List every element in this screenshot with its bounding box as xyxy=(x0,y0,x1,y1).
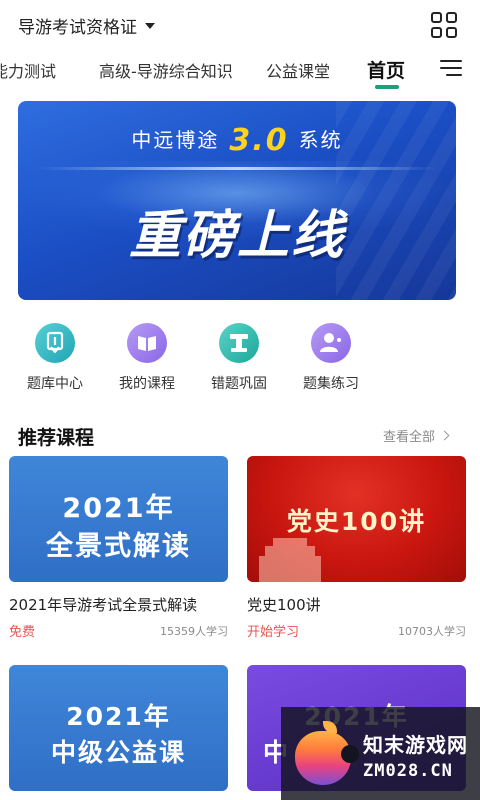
thumb-line1: 2021年 xyxy=(62,493,175,524)
wrong-question-glyph xyxy=(230,334,248,352)
grid-cell xyxy=(446,12,457,23)
tab-advanced-knowledge[interactable]: 高级-导游综合知识 xyxy=(99,58,233,82)
exam-selector[interactable]: 导游考试资格证 xyxy=(18,12,155,38)
book-glyph xyxy=(138,336,156,351)
course-meta: 开始学习 10703人学习 xyxy=(247,621,466,640)
menu-icon[interactable] xyxy=(440,58,462,76)
banner-version: 3.0 xyxy=(229,123,289,158)
course-thumbnail: 2021年 全景式解读 xyxy=(9,456,228,582)
course-thumbnail: 2021年 中级公益课 xyxy=(9,665,228,791)
wrong-question-icon xyxy=(219,323,259,363)
top-bar: 导游考试资格证 xyxy=(0,0,480,50)
course-card[interactable]: 2021年 中级公益课 xyxy=(9,665,228,791)
entry-my-courses[interactable]: 我的课程 xyxy=(107,320,187,393)
watermark-domain: ZM028.CN xyxy=(363,761,453,781)
see-all-label: 查看全部 xyxy=(383,430,436,445)
course-learners: 10703人学习 xyxy=(398,625,466,638)
watermark-overlay: 知末游戏网 ZM028.CN xyxy=(281,707,480,800)
promo-banner[interactable]: 中远博途 3.0 系统 重磅上线 xyxy=(18,101,456,300)
caret-down-icon xyxy=(145,23,155,29)
course-title: 2021年导游考试全景式解读 xyxy=(9,596,198,614)
entry-label: 错题巩固 xyxy=(211,376,267,392)
thumb-line1: 2021年 xyxy=(66,702,171,731)
tab-public-class[interactable]: 公益课堂 xyxy=(266,58,330,82)
grid-cell xyxy=(431,12,442,23)
question-bank-icon xyxy=(35,323,75,363)
banner-headline: 重磅上线 xyxy=(128,205,345,266)
course-price: 免费 xyxy=(9,625,36,640)
entry-label: 题集练习 xyxy=(303,376,359,392)
banner-subtitle: 中远博途 3.0 系统 xyxy=(18,123,456,158)
active-tab-indicator xyxy=(375,85,399,89)
tiananmen-illustration xyxy=(255,536,325,582)
see-all-link[interactable]: 查看全部 xyxy=(383,426,450,445)
question-bank-glyph xyxy=(46,331,64,354)
tab-home[interactable]: 首页 xyxy=(367,56,405,83)
chevron-right-icon xyxy=(439,430,450,441)
entry-question-bank[interactable]: 题库中心 xyxy=(15,320,95,393)
exam-selector-label: 导游考试资格证 xyxy=(18,17,137,38)
banner-brand: 中远博途 xyxy=(131,128,220,152)
course-card[interactable]: 2021年 全景式解读 2021年导游考试全景式解读 免费 15359人学习 xyxy=(9,456,228,640)
grid-icon[interactable] xyxy=(431,12,457,38)
course-card[interactable]: 党史100讲 党史100讲 开始学习 10703人学习 xyxy=(247,456,466,640)
category-tabs: 能力测试 高级-导游综合知识 公益课堂 首页 xyxy=(0,52,480,92)
course-thumbnail: 党史100讲 xyxy=(247,456,466,582)
thumb-line2: 全景式解读 xyxy=(46,531,191,562)
book-icon xyxy=(127,323,167,363)
course-learners: 15359人学习 xyxy=(160,625,228,638)
banner-light-beam xyxy=(38,167,438,170)
section-title: 推荐课程 xyxy=(18,427,95,449)
entry-label: 题库中心 xyxy=(27,376,83,392)
entry-practice-sets[interactable]: 题集练习 xyxy=(291,320,371,393)
thumb-line2: 中级公益课 xyxy=(50,738,186,767)
thumb-line1: 党史100讲 xyxy=(286,507,427,536)
course-title: 党史100讲 xyxy=(247,596,321,614)
entry-label: 我的课程 xyxy=(119,376,175,392)
grid-cell xyxy=(431,27,442,38)
grid-cell xyxy=(446,27,457,38)
course-meta: 免费 15359人学习 xyxy=(9,621,228,640)
quick-entries: 题库中心 我的课程 错题巩固 题集练习 xyxy=(0,320,480,400)
apple-logo-icon xyxy=(293,721,359,787)
watermark-text: 知末游戏网 xyxy=(363,733,468,757)
tab-ability-test[interactable]: 能力测试 xyxy=(0,58,56,82)
practice-icon xyxy=(311,323,351,363)
course-status: 开始学习 xyxy=(247,625,300,640)
practice-glyph xyxy=(320,333,341,352)
banner-system: 系统 xyxy=(298,128,343,152)
entry-wrong-questions[interactable]: 错题巩固 xyxy=(199,320,279,393)
